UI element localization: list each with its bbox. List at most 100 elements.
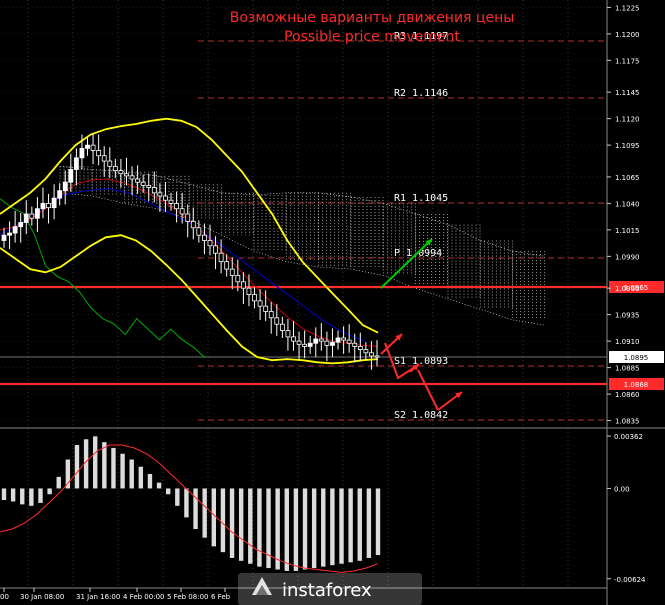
macd-histogram-bar (129, 459, 134, 489)
candle-bear (90, 144, 96, 151)
horizontal-level-label: 1.0868 (624, 381, 649, 389)
candle-bear (101, 155, 107, 162)
candle-bull (12, 226, 18, 234)
candle-bear (140, 181, 146, 186)
macd-histogram-bar (220, 488, 226, 553)
macd-histogram-bar (257, 488, 262, 567)
macd-histogram-bar (120, 453, 125, 489)
chart-title-ru: Возможные варианты движения цены (230, 10, 515, 26)
candle-bear (168, 199, 174, 204)
candle-bear (374, 355, 380, 358)
candle-bull (307, 342, 313, 347)
price-tick-label: 1.0885 (615, 365, 640, 373)
candle-bear (124, 173, 129, 177)
candle-bear (107, 160, 113, 167)
macd-histogram-bar (74, 445, 80, 489)
chart-title-en: Possible price movement (284, 29, 460, 45)
time-tick-label: 31 Jan 16:00 (76, 593, 120, 601)
candle-bear (218, 252, 224, 263)
macd-histogram-bar (229, 488, 235, 558)
candle-bear (263, 305, 269, 312)
candle-bear (341, 337, 346, 341)
price-tick-label: 1.1145 (615, 89, 640, 97)
candle-bull (330, 341, 335, 346)
pivot-label-s1: S1 1.0893 (394, 356, 448, 367)
macd-histogram-bar (330, 488, 335, 566)
candle-bull (23, 213, 29, 223)
candle-bear (302, 343, 308, 347)
instaforex-logo: instaforex (238, 573, 422, 605)
candle-bull (335, 337, 341, 343)
macd-histogram-bar (29, 488, 34, 506)
time-tick-label: 6 Feb (211, 593, 231, 601)
candle-bear (369, 352, 374, 357)
price-tick-label: 1.0935 (615, 312, 640, 320)
time-tick-label: 00 (0, 593, 9, 601)
candle-bear (285, 330, 291, 338)
macd-histogram-bar (339, 488, 344, 564)
macd-histogram-bar (38, 488, 43, 503)
trading-chart: R3 1.1197R2 1.1146R1 1.1045P 1.0994S1 1.… (0, 0, 665, 605)
macd-histogram-bar (357, 488, 362, 561)
candle-bear (163, 195, 168, 201)
candle-bear (240, 281, 246, 289)
macd-histogram-bar (348, 488, 353, 563)
macd-histogram-bar (156, 482, 162, 489)
candle-bear (118, 170, 124, 175)
macd-histogram-bar (293, 488, 299, 571)
candle-bear (185, 213, 191, 222)
price-tick-label: 1.1120 (615, 116, 640, 124)
price-tick-label: 1.1095 (615, 142, 640, 150)
macd-histogram-bar (65, 459, 71, 489)
candle-bull (79, 147, 85, 159)
macd-histogram-bar (275, 488, 280, 570)
macd-histogram-bar (102, 442, 107, 489)
macd-histogram-bar (111, 447, 116, 489)
candle-bull (18, 222, 24, 228)
candle-bear (29, 213, 35, 219)
candle-bear (318, 338, 324, 342)
candle-bear (179, 208, 185, 215)
macd-histogram-bar (302, 488, 308, 570)
macd-histogram-bar (193, 488, 198, 529)
candle-bear (135, 178, 141, 183)
current-price-label: 1.0895 (624, 354, 649, 362)
candle-bear (46, 203, 51, 209)
candle-bear (352, 342, 358, 347)
pivot-label-s2: S2 1.0842 (394, 410, 448, 421)
macd-histogram-bar (20, 488, 25, 505)
macd-histogram-bar (165, 488, 171, 495)
price-tick-label: 1.1175 (615, 57, 640, 65)
price-tick-label: 1.0960 (615, 285, 640, 293)
candle-bear (224, 261, 230, 270)
candle-bear (190, 221, 196, 229)
candle-bear (246, 287, 252, 295)
pivot-label-r1: R1 1.1045 (394, 193, 448, 204)
macd-histogram-bar (311, 488, 317, 569)
candle-bull (68, 169, 74, 183)
candle-bear (252, 294, 257, 302)
candle-bear (291, 336, 296, 342)
macd-histogram-bar (202, 488, 207, 538)
macd-histogram-bar (175, 488, 180, 506)
macd-histogram-bar (138, 466, 144, 489)
macd-histogram-bar (211, 488, 217, 547)
candle-bear (274, 317, 280, 325)
price-tick-label: 1.0860 (615, 391, 640, 399)
macd-histogram-bar (184, 488, 189, 518)
candle-bull (1, 234, 7, 241)
candle-bear (207, 240, 213, 247)
candle-bull (313, 338, 319, 344)
candle-bear (196, 227, 202, 236)
time-tick-label: 30 Jan 08:00 (20, 593, 64, 601)
candle-bear (229, 268, 235, 276)
price-tick-label: 1.0835 (615, 418, 640, 426)
price-tick-label: 1.1015 (615, 227, 640, 235)
macd-histogram-bar (93, 436, 98, 489)
candle-bear (279, 323, 285, 331)
price-tick-label: 1.0910 (615, 338, 640, 346)
candle-bear (346, 339, 352, 344)
macd-histogram-bar (238, 488, 244, 561)
macd-histogram-bar (248, 488, 253, 564)
pivot-label-r2: R2 1.1146 (394, 88, 448, 99)
